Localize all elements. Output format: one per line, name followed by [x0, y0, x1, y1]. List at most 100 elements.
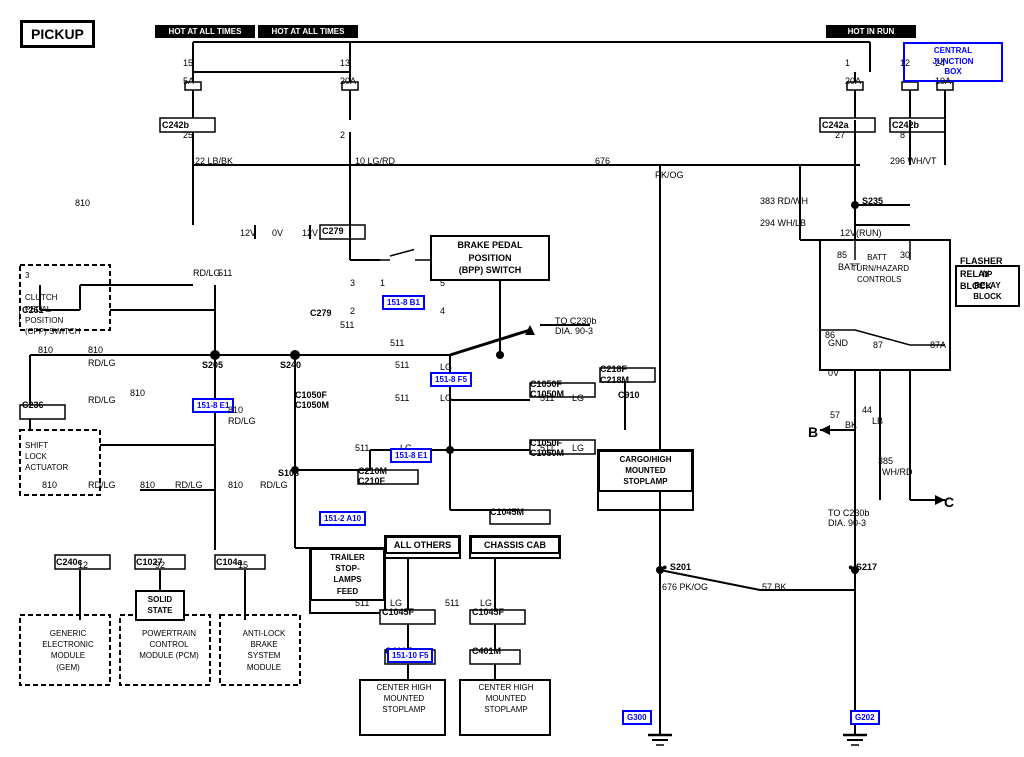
wire-lg-bottom-2: LG	[480, 598, 492, 608]
blue-151-8-b1: 151-8 B1	[382, 295, 425, 310]
wire-13: 13	[340, 58, 350, 68]
wire-lg-5: LG	[572, 443, 584, 453]
wire-bk-2: BK	[845, 420, 857, 430]
switch-2: 2	[350, 306, 355, 316]
label-12v-run: 12V(RUN)	[840, 228, 882, 238]
wire-511-lg-1: 511	[395, 360, 409, 370]
wire-12: 12	[900, 58, 910, 68]
wire-810-rdlg-2: 810	[130, 388, 145, 398]
wire-383-rdwh: 383 RD/WH	[760, 196, 808, 206]
center-high-chassis: CENTER HIGHMOUNTEDSTOPLAMP	[462, 682, 550, 716]
c910: C910	[618, 390, 640, 400]
cpp-switch-label: 3CLUTCHPEDALPOSITION(CPP) SWITCH	[25, 270, 81, 337]
switch-4: 4	[440, 306, 445, 316]
wire-rdlg-4: RD/LG	[88, 480, 116, 490]
wire-1-20a-label: 20A	[845, 76, 861, 86]
abs-label: ANTI-LOCKBRAKESYSTEMMODULE	[225, 628, 303, 673]
wire-rdlg-top: RD/LG	[193, 268, 221, 278]
gem-12: 12	[78, 560, 88, 570]
wire-511-bottom-1: 511	[355, 598, 369, 608]
wire-15: 15	[183, 58, 193, 68]
wire-20a: 20A	[340, 76, 356, 86]
wire-810-5: 810	[140, 480, 155, 490]
gem-label: GENERICELECTRONICMODULE(GEM)	[28, 628, 108, 673]
wire-lg-3: LG	[572, 393, 584, 403]
c1050f-3: C1050F	[530, 438, 562, 448]
wire-511-1: 511	[340, 320, 354, 330]
c1045m: C1045M	[490, 507, 524, 517]
pin-30: 30	[900, 250, 910, 260]
wire-676-pkog-bottom: 676 PK/OG	[662, 582, 708, 592]
blue-g300: G300	[622, 710, 652, 725]
c401m: C401M	[472, 646, 501, 656]
label-batt: BATT	[838, 262, 860, 272]
pin-87a: 87A	[930, 340, 946, 350]
s235: S235	[862, 196, 883, 206]
wire-511-2: 511	[395, 393, 409, 403]
pcm-92: 92	[155, 560, 165, 570]
c1050f-2: C1050F	[295, 390, 327, 400]
arrow-c: C	[944, 494, 954, 510]
central-junction-box: CENTRALJUNCTIONBOX	[903, 42, 1003, 82]
center-high-all: CENTER HIGHMOUNTEDSTOPLAMP	[363, 682, 445, 716]
c279: C279	[322, 226, 344, 236]
s217: ● S217	[848, 562, 877, 572]
label-0v: 0V	[272, 228, 283, 238]
wire-810-6: 810	[228, 480, 243, 490]
wire-lb: LB	[872, 416, 883, 426]
hot-box-3: HOT IN RUN	[826, 25, 916, 38]
wire-294-whlb: 294 WH/LB	[760, 218, 806, 228]
pcm-label: POWERTRAINCONTROLMODULE (PCM)	[128, 628, 210, 662]
abs-15: 15	[238, 560, 248, 570]
c236: C236	[22, 400, 44, 410]
blue-151-10-f5: 151-10 F5	[387, 648, 433, 663]
bpp-switch-box: BRAKE PEDALPOSITION(BPP) SWITCH	[430, 235, 550, 281]
arrow-b: B	[808, 424, 818, 440]
wire-810-1: 810	[88, 345, 103, 355]
wire-57-bk-2: 57	[830, 410, 840, 420]
wire-676-pkog: 676	[595, 156, 610, 166]
flasher-relay-label: FLASHERRELAYBLOCK	[960, 255, 1003, 293]
label-12v-2: 12V	[302, 228, 318, 238]
c218f: C218F	[600, 364, 627, 374]
c279-2: C279	[310, 308, 332, 318]
hot-box-2: HOT AT ALL TIMES	[258, 25, 358, 38]
wire-27: 27	[835, 130, 845, 140]
c1045f-2: C1045F	[472, 607, 504, 617]
wire-385: 385	[878, 456, 893, 466]
wire-rdlg-2: RD/LG	[88, 395, 116, 405]
wire-810-3: 810	[228, 405, 243, 415]
wire-10-lgrd: 10 LG/RD	[355, 156, 395, 166]
c210f: C210F	[358, 476, 385, 486]
wire-lg-bottom-1: LG	[390, 598, 402, 608]
wire-whrd: WH/RD	[882, 467, 913, 477]
wire-5a: 5A	[183, 76, 194, 86]
wire-511-bottom-2: 511	[445, 598, 459, 608]
wire-44-lb: 44	[862, 405, 872, 415]
wire-25: 25	[183, 130, 193, 140]
s205: S205	[202, 360, 223, 370]
wire-810-2: 810	[38, 345, 53, 355]
wire-511-2: 511	[390, 338, 404, 348]
blue-151-8-e1-right: 151-8 E1	[390, 448, 432, 463]
wire-pkog: PK/OG	[655, 170, 684, 180]
wire-10a: 10A	[935, 76, 951, 86]
wiring-diagram: PICKUP HOT AT ALL TIMES HOT AT ALL TIMES…	[0, 0, 1024, 757]
blue-151-8-f5: 151-8 F5	[430, 372, 472, 387]
switch-5: 5	[440, 278, 445, 288]
wire-810-top: 810	[75, 198, 90, 208]
switch-1: 1	[380, 278, 385, 288]
pin-87: 87	[873, 340, 883, 350]
wire-lg-2: LG	[440, 393, 452, 403]
wire-1-20a: 1	[845, 58, 850, 68]
cargo-high-stoplamp: CARGO/HIGHMOUNTEDSTOPLAMP	[598, 450, 693, 492]
to-c230b-1: TO C230bDIA. 90-3	[555, 316, 596, 336]
wire-810-4: 810	[42, 480, 57, 490]
wire-24: 24	[935, 58, 945, 68]
shift-lock-label: SHIFTLOCKACTUATOR	[25, 440, 68, 474]
pin-85: 85	[837, 250, 847, 260]
wire-2: 2	[340, 130, 345, 140]
label-0v-box: 0V	[828, 368, 839, 378]
c1050m-3: C1050M	[530, 448, 564, 458]
c1045f-1: C1045F	[382, 607, 414, 617]
